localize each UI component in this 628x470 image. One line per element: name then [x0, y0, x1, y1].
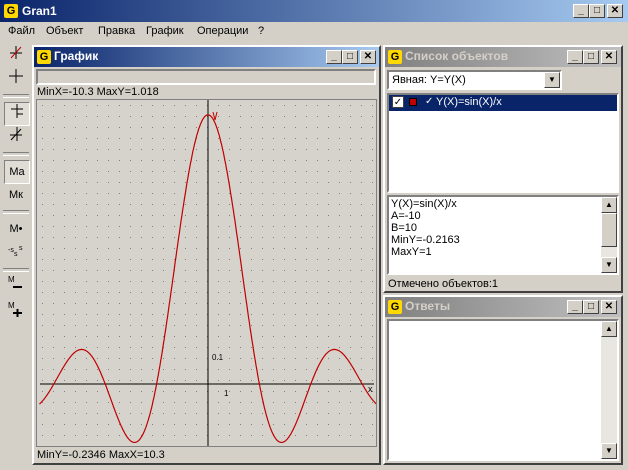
scale-tool-button[interactable]: -s s s	[4, 242, 28, 264]
toolbar-separator	[3, 152, 29, 156]
objects-window: G Список объектов _ □ ✕ Явная: Y=Y(X) ▼ …	[383, 45, 623, 293]
objects-status: Отмечено объектов:1	[388, 278, 499, 290]
zoom-out-tool-button[interactable]: M	[4, 274, 28, 296]
answers-window-logo-icon: G	[388, 300, 402, 314]
list-item-checkbox[interactable]: ✓	[392, 96, 404, 108]
toolbar-separator	[3, 94, 29, 98]
menu-file[interactable]: Файл	[8, 25, 35, 37]
ma-tool-button[interactable]: Ma	[4, 160, 30, 184]
answers-window-titlebar: G Ответы _ □ ✕	[385, 297, 621, 317]
menu-help[interactable]: ?	[258, 25, 264, 37]
object-type-select[interactable]: Явная: Y=Y(X) ▼	[387, 70, 562, 90]
scale-icon: -sss	[8, 245, 23, 258]
scroll-up-icon[interactable]: ▲	[601, 197, 617, 213]
toolbar-separator	[3, 268, 29, 272]
answers-close-button[interactable]: ✕	[601, 300, 617, 314]
scroll-down-icon[interactable]: ▼	[601, 257, 617, 273]
menu-edit[interactable]: Правка	[98, 25, 135, 37]
objects-maximize-button[interactable]: □	[583, 50, 599, 64]
details-scrollbar[interactable]: ▲ ▼	[601, 197, 617, 273]
tangent-icon	[10, 127, 22, 141]
objects-list[interactable]: ✓ ✓ Y(X)=sin(X)/x	[387, 93, 619, 193]
toolbar-separator	[3, 210, 29, 214]
answers-minimize-button[interactable]: _	[567, 300, 583, 314]
graph-canvas[interactable]: x 0.1 1	[36, 99, 377, 447]
graph-window: G График _ □ ✕ MinX=-10.3 MaxY=1.018 x 0…	[32, 45, 381, 465]
coord-axes-tool-button[interactable]	[4, 102, 30, 126]
answers-window: G Ответы _ □ ✕ ▲ ▼	[383, 295, 623, 465]
mk-tool-button[interactable]: Mк	[4, 184, 28, 206]
close-button[interactable]: ✕	[607, 4, 623, 18]
details-line: MaxY=1	[391, 246, 432, 258]
svg-text:M: M	[8, 301, 15, 310]
menu-bar: Файл Объект Правка График Операции ?	[0, 22, 628, 41]
answers-area[interactable]: ▲ ▼	[387, 319, 619, 461]
draw-line-tool-button[interactable]	[4, 44, 28, 66]
scroll-thumb[interactable]	[601, 213, 617, 247]
y-tick-label: 0.1	[212, 353, 224, 362]
color-swatch-icon	[409, 98, 417, 106]
graph-maximize-button[interactable]: □	[342, 50, 358, 64]
details-line: Y(X)=sin(X)/x	[391, 198, 457, 210]
svg-text:s: s	[14, 251, 18, 258]
list-item-label: Y(X)=sin(X)/x	[436, 96, 502, 108]
objects-minimize-button[interactable]: _	[567, 50, 583, 64]
plot-grid	[37, 100, 376, 446]
graph-close-button[interactable]: ✕	[360, 50, 376, 64]
scroll-up-icon[interactable]: ▲	[601, 321, 617, 337]
draw-line-icon	[10, 46, 22, 59]
zoom-in-icon: M	[8, 301, 22, 317]
ma-label: Ma	[9, 166, 25, 178]
menu-operations[interactable]: Операции	[197, 25, 248, 37]
list-item[interactable]: ✓ ✓ Y(X)=sin(X)/x	[389, 95, 617, 111]
answers-maximize-button[interactable]: □	[583, 300, 599, 314]
details-line: B=10	[391, 222, 417, 234]
graph-input-bar[interactable]	[36, 69, 376, 85]
plot-svg[interactable]: x 0.1 1	[37, 100, 377, 446]
menu-graph[interactable]: График	[146, 25, 184, 37]
app-logo-icon: G	[4, 4, 18, 18]
details-text: Y(X)=sin(X)/x A=-10 B=10 MinY=-0.2163 Ma…	[391, 198, 460, 258]
graph-bottom-status: MinY=-0.2346 MaxX=10.3	[37, 449, 165, 461]
objects-window-title: Список объектов	[405, 49, 509, 63]
scroll-down-icon[interactable]: ▼	[601, 443, 617, 459]
chevron-down-icon[interactable]: ▼	[544, 72, 560, 88]
coord-axes-icon	[11, 104, 23, 118]
svg-text:s: s	[19, 245, 23, 252]
app-titlebar: G Gran1 _ □ ✕	[0, 0, 628, 22]
crosshair-tool-button[interactable]	[4, 68, 28, 90]
mpoint-label: M•	[9, 223, 23, 235]
x-tick-label: 1	[224, 389, 229, 398]
details-line: MinY=-0.2163	[391, 234, 460, 246]
answers-scrollbar[interactable]: ▲ ▼	[601, 321, 617, 459]
graph-minimize-button[interactable]: _	[326, 50, 342, 64]
menu-object[interactable]: Объект	[46, 25, 83, 37]
svg-text:M: M	[8, 275, 15, 284]
details-line: A=-10	[391, 210, 421, 222]
objects-window-logo-icon: G	[388, 50, 402, 64]
x-axis-label: x	[368, 384, 373, 394]
tangent-tool-button[interactable]	[4, 126, 28, 148]
objects-close-button[interactable]: ✕	[601, 50, 617, 64]
graph-window-title: График	[54, 49, 99, 63]
zoom-out-icon: M	[8, 275, 22, 288]
mpoint-tool-button[interactable]: M•	[4, 218, 28, 240]
objects-window-titlebar: G Список объектов _ □ ✕	[385, 47, 621, 67]
maximize-button[interactable]: □	[589, 4, 605, 18]
app-title: Gran1	[22, 4, 57, 18]
graph-top-status: MinX=-10.3 MaxY=1.018	[37, 86, 159, 98]
visible-check-icon: ✓	[425, 96, 434, 107]
object-details: Y(X)=sin(X)/x A=-10 B=10 MinY=-0.2163 Ma…	[387, 195, 619, 275]
zoom-in-tool-button[interactable]: M	[4, 300, 28, 322]
graph-window-titlebar: G График _ □ ✕	[34, 47, 379, 67]
answers-window-title: Ответы	[405, 299, 451, 313]
graph-window-logo-icon: G	[37, 50, 51, 64]
crosshair-icon	[9, 69, 23, 83]
left-toolbar: Ma Mк M• -s s s M M	[0, 42, 32, 470]
mk-label: Mк	[9, 189, 23, 201]
object-type-value: Явная: Y=Y(X)	[392, 74, 466, 86]
minimize-button[interactable]: _	[573, 4, 589, 18]
